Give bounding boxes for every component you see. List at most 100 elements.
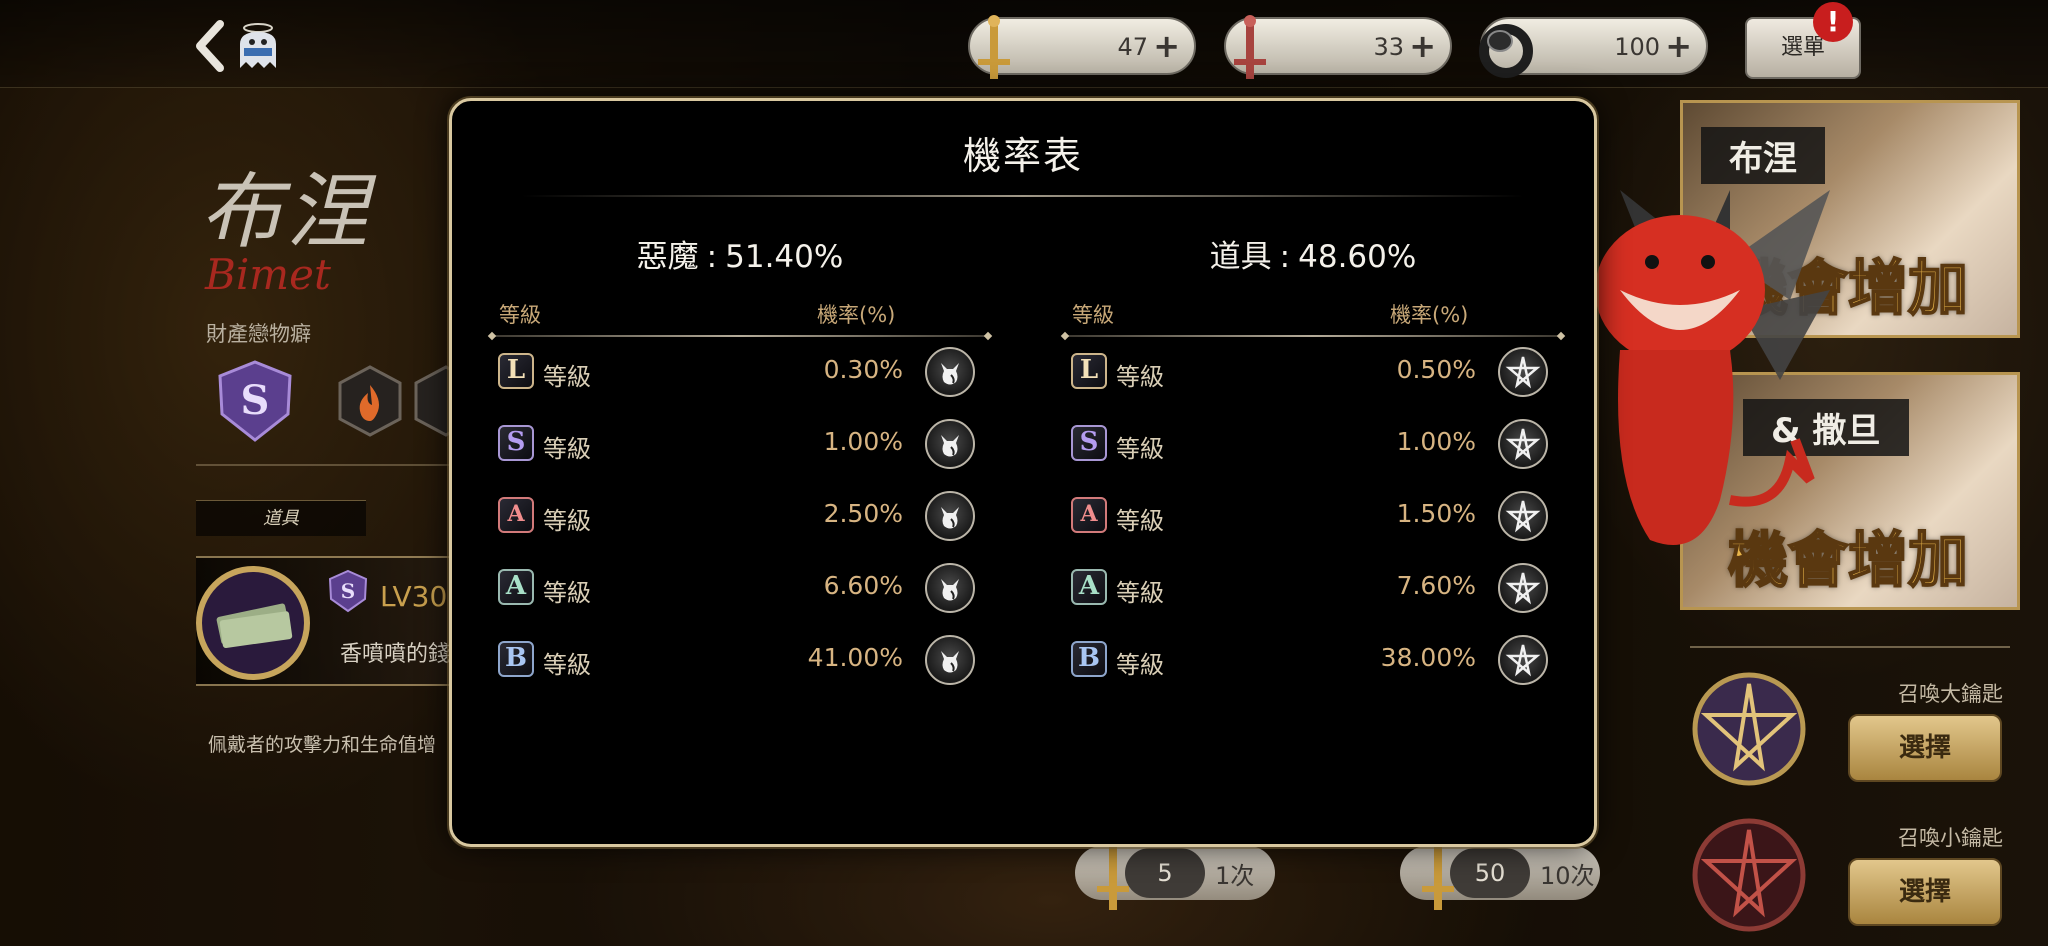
grade-word: 等級: [1116, 507, 1164, 535]
rate-value: 0.30%: [823, 355, 903, 384]
pentagram-icon: [1498, 491, 1548, 541]
rate-value: 1.50%: [1396, 499, 1476, 528]
grade-word: 等級: [543, 363, 591, 391]
character-name-en: Bimet: [205, 250, 331, 299]
select-small-key-button[interactable]: 選擇: [1848, 858, 2002, 926]
banner-tag: 布涅: [1701, 127, 1825, 184]
grade-s-icon: S: [1071, 425, 1107, 461]
summon-small-key-label: 召喚小鑰匙: [1898, 826, 2003, 850]
ring-icon: [1479, 24, 1533, 78]
column-headers: 等級 機率(%): [491, 295, 989, 335]
item-name: 香噴噴的錢: [340, 642, 450, 667]
rate-row-b: B 等級 38.00%: [1064, 625, 1562, 697]
cat-head-icon: [925, 347, 975, 397]
shield-element-icon: [414, 365, 454, 437]
s-rank-small-icon: S: [325, 568, 371, 614]
grade-word: 等級: [543, 651, 591, 679]
grade-word: 等級: [1116, 363, 1164, 391]
money-item-icon: [190, 560, 316, 686]
rate-row-l: L 等級 0.50%: [1064, 337, 1562, 409]
character-name: 布涅: [200, 165, 372, 260]
top-bar: 47 + 33 + 100 + 選單 !: [0, 0, 2048, 88]
grade-word: 等級: [1116, 435, 1164, 463]
currency-red-key[interactable]: 33 +: [1224, 15, 1452, 79]
rate-row-a: A 等級 6.60%: [491, 553, 989, 625]
demon-percent: 51.40%: [725, 239, 844, 275]
rate-value: 0.50%: [1396, 355, 1476, 384]
summon-once-label: 1次: [1215, 862, 1255, 890]
grade-l-icon: L: [498, 353, 534, 389]
grade-word: 等級: [543, 507, 591, 535]
rate-value: 38.00%: [1380, 643, 1476, 672]
summon-once-button[interactable]: 5 1次: [1075, 840, 1275, 910]
grade-a-plus-icon: A: [1071, 497, 1107, 533]
back-button[interactable]: [190, 18, 230, 74]
rate-value: 41.00%: [807, 643, 903, 672]
demon-rate-column: 惡魔:51.40% 等級 機率(%) L 等級 0.30% S 等級 1.00%…: [491, 231, 989, 697]
rate-value: 1.00%: [823, 427, 903, 456]
alert-badge: !: [1813, 2, 1853, 42]
currency-gold-value: 47: [1117, 33, 1148, 61]
svg-text:S: S: [241, 377, 270, 424]
pentagram-icon: [1498, 563, 1548, 613]
cat-head-icon: [925, 563, 975, 613]
title-divider: [522, 195, 1524, 197]
summon-ten-cost: 50: [1450, 848, 1530, 898]
grade-word: 等級: [543, 579, 591, 607]
probability-table-modal[interactable]: 機率表 惡魔:51.40% 等級 機率(%) L 等級 0.30% S 等級 1…: [449, 98, 1597, 847]
summon-big-key-label: 召喚大鑰匙: [1898, 682, 2003, 706]
summon-ten-button[interactable]: 50 10次: [1400, 840, 1600, 910]
add-currency-icon[interactable]: +: [1153, 27, 1180, 65]
grade-a-icon: A: [1071, 569, 1107, 605]
column-headers: 等級 機率(%): [1064, 295, 1562, 335]
select-big-key-button[interactable]: 選擇: [1848, 714, 2002, 782]
summon-ten-label: 10次: [1540, 862, 1595, 890]
rate-header: 機率(%): [1390, 303, 1469, 327]
devil-mascot-icon: [1580, 180, 1840, 610]
rate-header: 機率(%): [817, 303, 896, 327]
pentagram-icon: [1498, 635, 1548, 685]
character-trait: 財產戀物癖: [206, 322, 311, 346]
rate-row-a-plus: A 等級 1.50%: [1064, 481, 1562, 553]
rate-row-a: A 等級 7.60%: [1064, 553, 1562, 625]
rate-value: 1.00%: [1396, 427, 1476, 456]
cat-head-icon: [925, 491, 975, 541]
s-rank-badge-icon: S: [210, 356, 300, 446]
demon-label: 惡魔: [636, 239, 699, 275]
rate-value: 2.50%: [823, 499, 903, 528]
colon-separator: :: [706, 239, 718, 275]
currency-ring[interactable]: 100 +: [1479, 17, 1708, 78]
demon-total-rate: 惡魔:51.40%: [491, 231, 989, 283]
currency-gold-key[interactable]: 47 +: [968, 15, 1196, 79]
rate-value: 7.60%: [1396, 571, 1476, 600]
rate-row-l: L 等級 0.30%: [491, 337, 989, 409]
colon-separator: :: [1279, 239, 1291, 275]
grade-a-plus-icon: A: [498, 497, 534, 533]
item-percent: 48.60%: [1298, 239, 1417, 275]
gold-key-icon: [978, 15, 1010, 79]
grade-s-icon: S: [498, 425, 534, 461]
currency-red-value: 33: [1373, 33, 1404, 61]
modal-title: 機率表: [962, 134, 1083, 178]
cat-head-icon: [925, 419, 975, 469]
svg-text:S: S: [341, 579, 355, 603]
item-tab[interactable]: 道具: [196, 500, 366, 536]
pentagram-icon: [1498, 419, 1548, 469]
add-currency-icon[interactable]: +: [1409, 27, 1436, 65]
item-rate-column: 道具:48.60% 等級 機率(%) L 等級 0.50% S 等級 1.00%…: [1064, 231, 1562, 697]
grade-b-icon: B: [1071, 641, 1107, 677]
currency-ring-value: 100: [1614, 33, 1660, 61]
big-key-pentagram-icon: [1690, 670, 1808, 788]
rate-row-s: S 等級 1.00%: [491, 409, 989, 481]
small-key-pentagram-icon: [1690, 816, 1808, 934]
grade-word: 等級: [543, 435, 591, 463]
ghost-mascot-icon[interactable]: [230, 18, 286, 74]
item-level: LV30: [380, 580, 448, 613]
red-key-icon: [1234, 15, 1266, 79]
fire-element-icon: [338, 365, 402, 437]
divider: [1690, 646, 2010, 648]
grade-word: 等級: [1116, 651, 1164, 679]
add-currency-icon[interactable]: +: [1665, 27, 1692, 65]
cat-head-icon: [925, 635, 975, 685]
grade-b-icon: B: [498, 641, 534, 677]
